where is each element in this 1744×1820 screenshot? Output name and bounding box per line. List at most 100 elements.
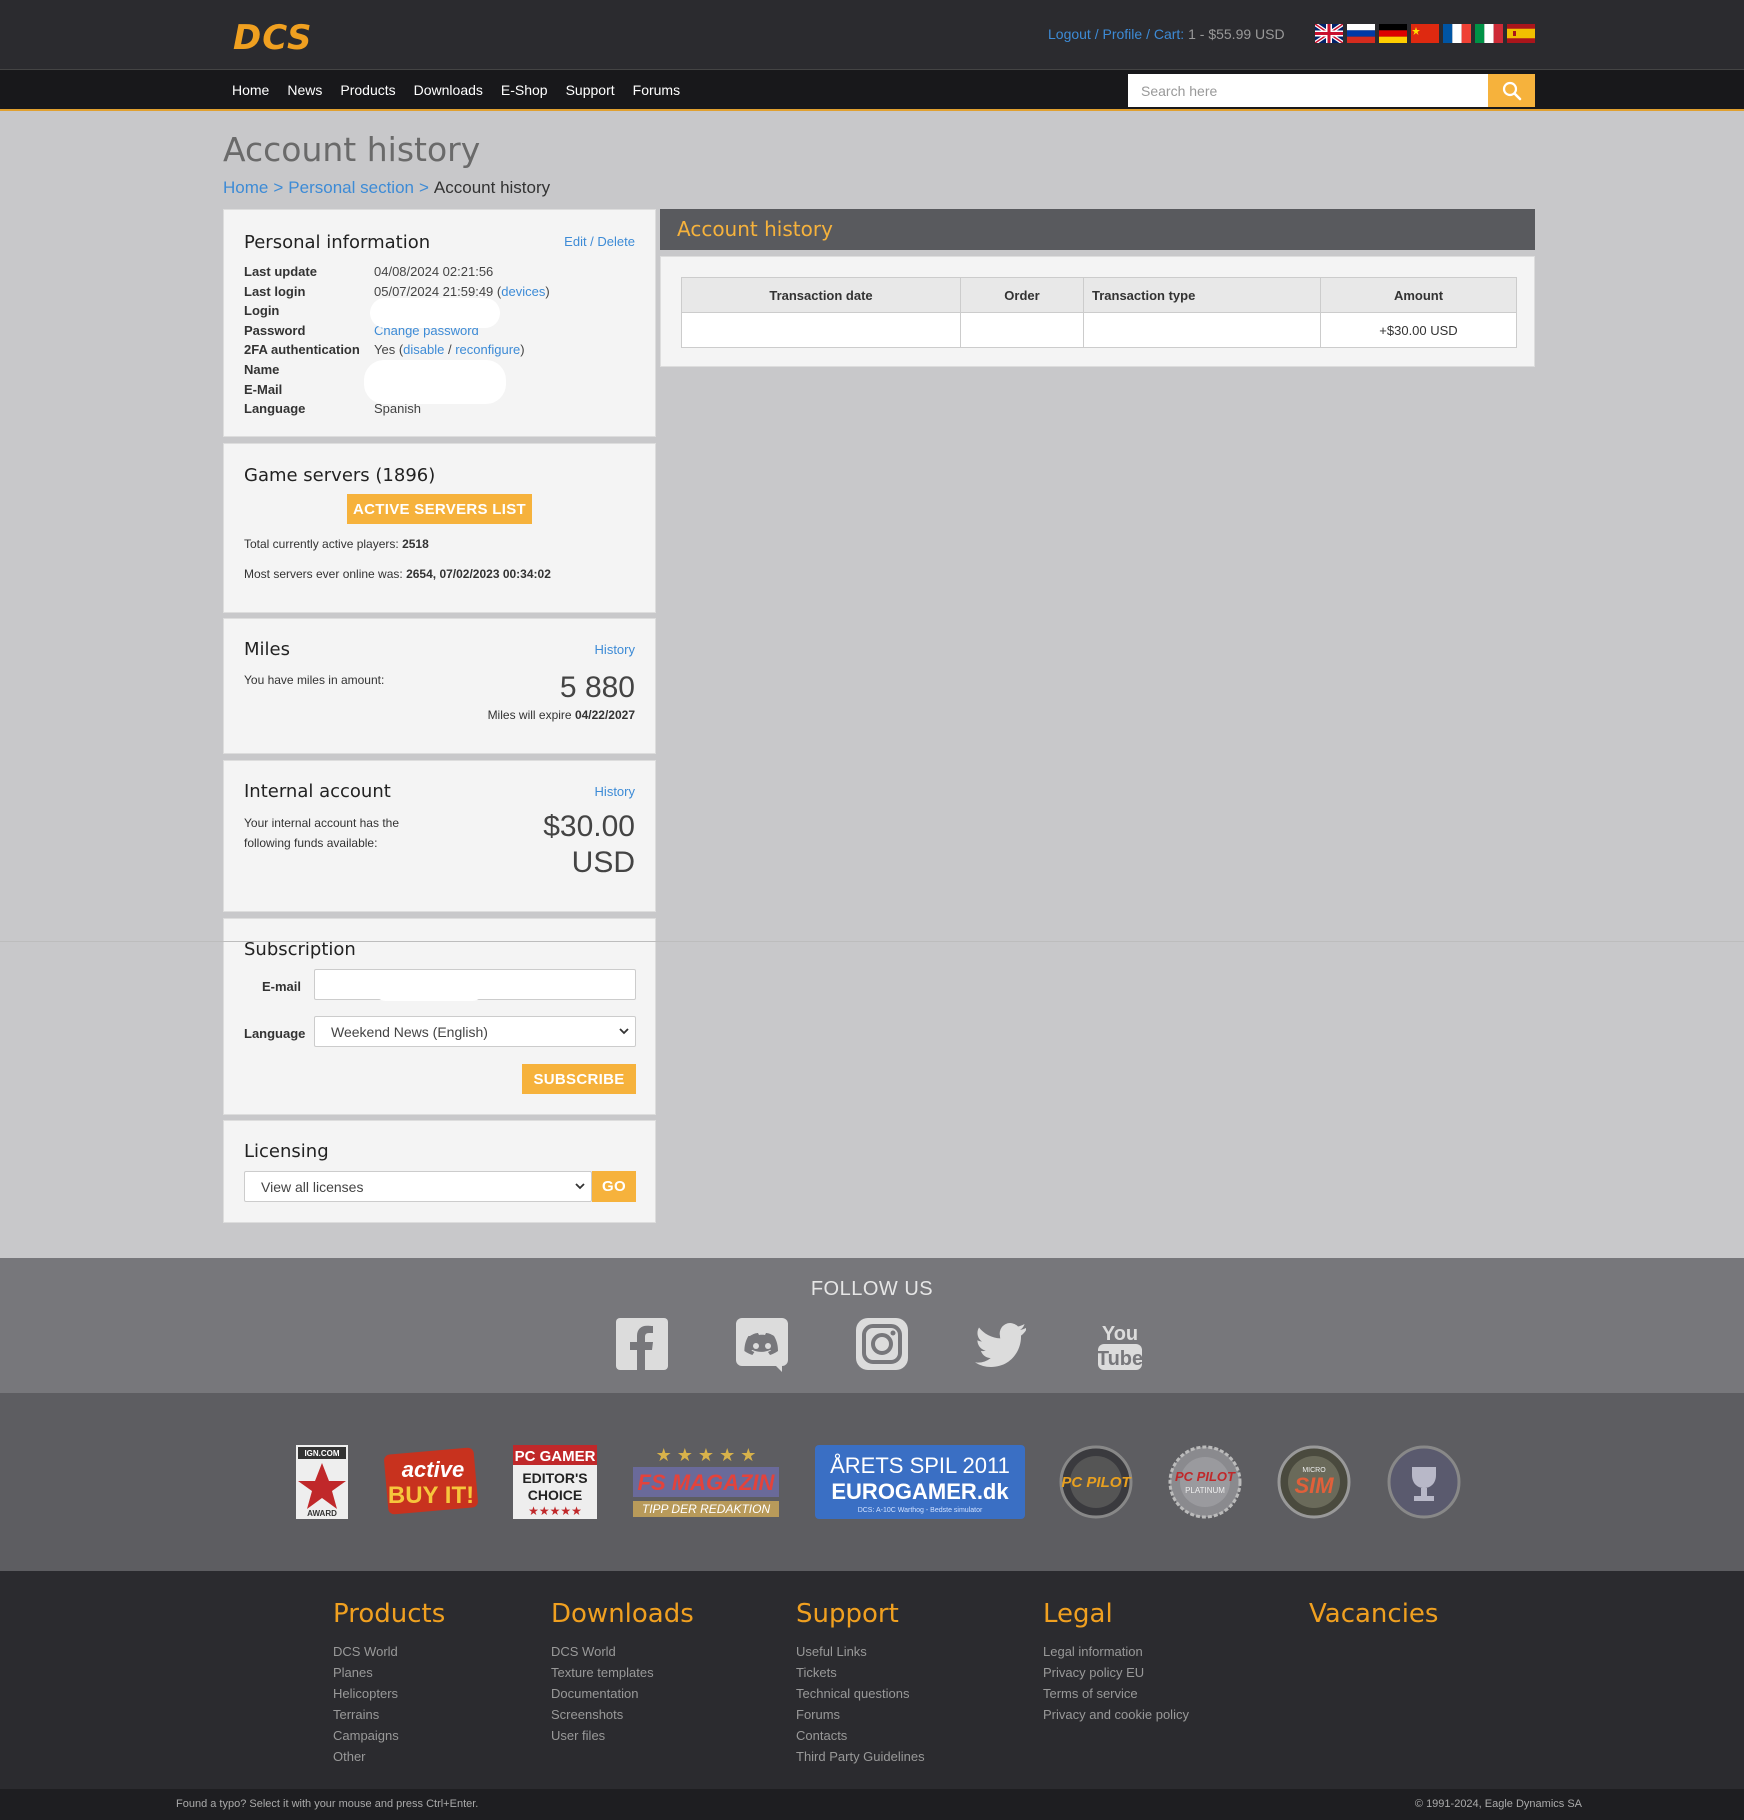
footer-link[interactable]: Tickets	[796, 1662, 925, 1683]
footer-column-title[interactable]: Legal	[1043, 1599, 1189, 1629]
cart-link[interactable]: Cart:	[1154, 26, 1184, 42]
svg-text:★ ★ ★ ★ ★: ★ ★ ★ ★ ★	[656, 1445, 757, 1465]
panel-title: Personal information	[244, 232, 431, 253]
cart-value: 1 - $55.99 USD	[1188, 26, 1285, 42]
miles-label: You have miles in amount:	[244, 673, 385, 687]
footer-link[interactable]: Helicopters	[333, 1683, 445, 1704]
column-header[interactable]: Transaction type	[1083, 277, 1321, 313]
uk-flag-icon[interactable]	[1315, 24, 1343, 43]
china-flag-icon[interactable]	[1411, 24, 1439, 43]
footer-link[interactable]: Privacy and cookie policy	[1043, 1704, 1189, 1725]
redacted-email	[374, 977, 484, 1001]
footer-link[interactable]: Contacts	[796, 1725, 925, 1746]
svg-text:DCS: A-10C Warthog - Bedste si: DCS: A-10C Warthog - Bedste simulator	[858, 1507, 983, 1514]
search-input[interactable]	[1128, 74, 1488, 107]
footer-vacancies-column: Vacancies	[1309, 1599, 1438, 1641]
top-bar: DCS Logout / Profile / Cart: 1 - $55.99 …	[0, 0, 1744, 70]
column-header[interactable]: Amount	[1320, 277, 1517, 313]
facebook-icon[interactable]	[614, 1316, 670, 1372]
footer-column-title[interactable]: Vacancies	[1309, 1599, 1438, 1629]
copyright: © 1991-2024, Eagle Dynamics SA	[1414, 1798, 1582, 1810]
instagram-icon[interactable]	[854, 1316, 910, 1372]
info-row-last-login: Last login 05/07/2024 21:59:49 (devices)	[244, 284, 550, 299]
footer-link[interactable]: Legal information	[1043, 1641, 1189, 1662]
nav-downloads[interactable]: Downloads	[414, 82, 483, 98]
footer-link[interactable]: Documentation	[551, 1683, 694, 1704]
search-button[interactable]	[1488, 74, 1535, 107]
footer-link[interactable]: Forums	[796, 1704, 925, 1725]
disable-2fa-link[interactable]: disable	[403, 342, 444, 357]
dcs-logo[interactable]: DCS	[233, 18, 312, 58]
svg-text:SIM: SIM	[1294, 1473, 1334, 1498]
internal-account-amount: $30.00 USD	[543, 810, 635, 879]
nav-eshop[interactable]: E-Shop	[501, 82, 548, 98]
column-header[interactable]: Transaction date	[681, 277, 961, 313]
subscribe-button[interactable]: SUBSCRIBE	[522, 1064, 636, 1094]
footer-link[interactable]: Technical questions	[796, 1683, 925, 1704]
go-button[interactable]: GO	[592, 1171, 636, 1202]
svg-text:PC PILOT: PC PILOT	[1175, 1469, 1236, 1484]
footer-link[interactable]: DCS World	[551, 1641, 694, 1662]
footer-link[interactable]: Other	[333, 1746, 445, 1767]
internal-account-history-link[interactable]: History	[595, 784, 635, 799]
footer-products-column: Products DCS World Planes Helicopters Te…	[333, 1599, 445, 1767]
nav-forums[interactable]: Forums	[633, 82, 680, 98]
trophy-award-icon	[1387, 1445, 1461, 1519]
footer-link[interactable]: Useful Links	[796, 1641, 925, 1662]
panel-title: Subscription	[244, 939, 356, 960]
nav-support[interactable]: Support	[566, 82, 615, 98]
miles-history-link[interactable]: History	[595, 642, 635, 657]
footer-link[interactable]: Third Party Guidelines	[796, 1746, 925, 1767]
youtube-icon[interactable]: You Tube	[1092, 1316, 1148, 1372]
active-servers-list-button[interactable]: ACTIVE SERVERS LIST	[347, 494, 532, 524]
svg-text:TIPP DER REDAKTION: TIPP DER REDAKTION	[642, 1502, 771, 1516]
footer-column-title[interactable]: Products	[333, 1599, 445, 1629]
pc-gamer-editors-choice-icon: PC GAMER EDITOR'SCHOICE★★★★★	[513, 1445, 597, 1519]
info-row-2fa: 2FA authentication Yes (disable / reconfi…	[244, 342, 525, 357]
breadcrumb-home[interactable]: Home	[223, 178, 268, 197]
twitter-icon[interactable]	[974, 1316, 1030, 1372]
footer-column-title[interactable]: Downloads	[551, 1599, 694, 1629]
awards-section: IGN.COM AWARD active BUY IT! PC GAMER EDITO…	[0, 1393, 1744, 1571]
breadcrumb-personal-section[interactable]: Personal section	[288, 178, 414, 197]
footer-link[interactable]: Terms of service	[1043, 1683, 1189, 1704]
follow-us-section: FOLLOW US You Tube	[0, 1258, 1744, 1393]
licensing-select[interactable]: View all licenses	[244, 1171, 592, 1202]
panel-title: Game servers (1896)	[244, 465, 436, 486]
column-header[interactable]: Order	[960, 277, 1084, 313]
footer-link[interactable]: Texture templates	[551, 1662, 694, 1683]
nav-products[interactable]: Products	[340, 82, 395, 98]
italy-flag-icon[interactable]	[1475, 24, 1503, 43]
svg-text:EUROGAMER.dk: EUROGAMER.dk	[831, 1479, 1009, 1504]
nav-home[interactable]: Home	[232, 82, 269, 98]
footer-link[interactable]: Privacy policy EU	[1043, 1662, 1189, 1683]
reconfigure-2fa-link[interactable]: reconfigure	[455, 342, 520, 357]
panel-title: Licensing	[244, 1141, 329, 1162]
search-icon	[1502, 81, 1521, 100]
france-flag-icon[interactable]	[1443, 24, 1471, 43]
table-header-row: Transaction date Order Transaction type …	[681, 277, 1517, 313]
footer-link[interactable]: Terrains	[333, 1704, 445, 1725]
russia-flag-icon[interactable]	[1347, 24, 1375, 43]
subscription-language-select[interactable]: Weekend News (English)	[314, 1016, 636, 1047]
profile-link[interactable]: Profile	[1103, 26, 1143, 42]
spain-flag-icon[interactable]	[1507, 24, 1535, 43]
svg-text:IGN.COM: IGN.COM	[304, 1449, 339, 1458]
logout-link[interactable]: Logout	[1048, 26, 1091, 42]
footer-link[interactable]: Planes	[333, 1662, 445, 1683]
footer-link[interactable]: Screenshots	[551, 1704, 694, 1725]
footer-link[interactable]: Campaigns	[333, 1725, 445, 1746]
edit-delete-link[interactable]: Edit / Delete	[564, 234, 635, 249]
nav-news[interactable]: News	[287, 82, 322, 98]
devices-link[interactable]: devices	[501, 284, 545, 299]
germany-flag-icon[interactable]	[1379, 24, 1407, 43]
miles-amount: 5 880	[559, 671, 635, 704]
discord-icon[interactable]	[734, 1316, 790, 1372]
selected-language: Weekend News (English)	[331, 1023, 488, 1040]
footer-column-title[interactable]: Support	[796, 1599, 925, 1629]
footer-link[interactable]: User files	[551, 1725, 694, 1746]
footer-link[interactable]: DCS World	[333, 1641, 445, 1662]
svg-text:AWARD: AWARD	[307, 1509, 337, 1518]
svg-text:CHOICE: CHOICE	[528, 1487, 582, 1503]
breadcrumb: Home > Personal section > Account history	[223, 178, 551, 197]
